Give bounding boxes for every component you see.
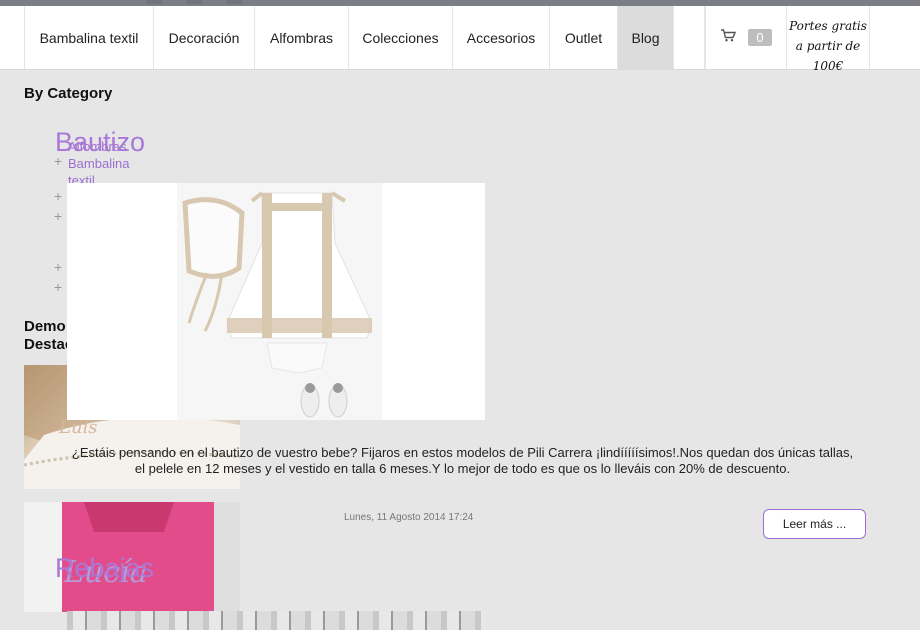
nav-item-colecciones[interactable]: Colecciones: [349, 6, 453, 69]
thumbnail-embroidery-text: Luis: [58, 417, 98, 438]
cart-count-badge: 0: [748, 29, 772, 46]
expand-icon[interactable]: +: [54, 208, 62, 224]
expand-icon[interactable]: +: [54, 259, 62, 275]
sidebar-category-heading: By Category: [24, 85, 113, 102]
post-title[interactable]: Bautizo: [55, 127, 145, 158]
main-navigation: Bambalina textil Decoración Alfombras Co…: [0, 6, 920, 73]
cart-icon: [720, 28, 737, 47]
nav-spacer: [674, 6, 705, 69]
read-more-button[interactable]: Leer más ...: [763, 509, 866, 539]
nav-item-accesorios[interactable]: Accesorios: [453, 6, 550, 69]
nav-item-blog[interactable]: Blog: [618, 6, 674, 69]
expand-icon[interactable]: +: [54, 279, 62, 295]
nav-item-bambalina-textil[interactable]: Bambalina textil: [25, 6, 154, 69]
post-image[interactable]: [67, 183, 485, 420]
nav-item-decoracion[interactable]: Decoración: [154, 6, 255, 69]
expand-icon[interactable]: +: [54, 188, 62, 204]
post-title[interactable]: Rebajas: [55, 553, 154, 584]
free-shipping-promo: Portes gratis a partir de 100€: [787, 6, 870, 73]
nav-item-outlet[interactable]: Outlet: [550, 6, 618, 69]
nav-item-alfombras[interactable]: Alfombras: [255, 6, 349, 69]
cart-button[interactable]: 0: [705, 6, 787, 69]
post-date: Lunes, 11 Agosto 2014 17:24: [344, 512, 474, 523]
post-image[interactable]: [67, 611, 485, 630]
post-excerpt: ¿Estáis pensando en el bautizo de vuestr…: [71, 445, 854, 476]
top-strip-cropped-logo: [130, 0, 290, 4]
